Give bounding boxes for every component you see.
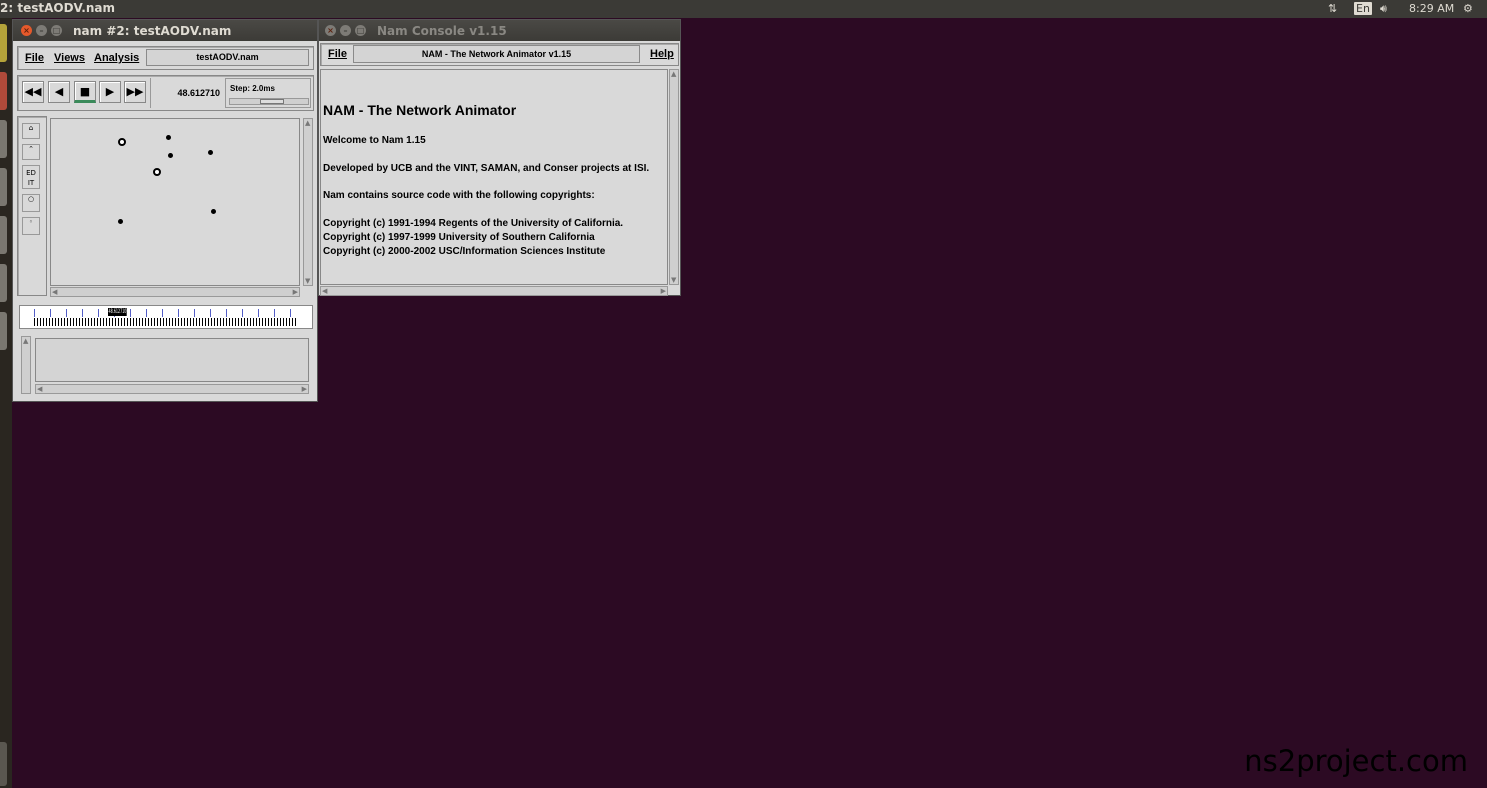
timeline-major-ticks	[34, 309, 298, 317]
nam-window-titlebar[interactable]: × – □ nam #2: testAODV.nam	[13, 20, 317, 41]
network-node[interactable]	[166, 135, 171, 140]
menu-file[interactable]: File	[25, 52, 44, 64]
maximize-icon[interactable]: □	[355, 25, 366, 36]
scroll-up-icon[interactable]: ▲	[671, 70, 676, 78]
console-line: Nam contains source code with the follow…	[323, 190, 595, 201]
annotation-horizontal-scrollbar[interactable]: ◀ ▶	[35, 384, 309, 394]
console-line: Copyright (c) 1997-1999 University of So…	[323, 232, 595, 243]
console-heading: NAM - The Network Animator	[323, 102, 517, 118]
edit-button[interactable]: ED IT	[22, 165, 40, 189]
scroll-right-icon[interactable]: ▶	[302, 385, 307, 393]
file-name-field: testAODV.nam	[146, 49, 309, 66]
launcher	[0, 18, 12, 788]
step-slider[interactable]	[229, 98, 309, 105]
scroll-left-icon[interactable]: ◀	[322, 287, 327, 295]
minimize-icon[interactable]: –	[340, 25, 351, 36]
rewind-icon[interactable]: ◀◀	[22, 81, 44, 103]
stop-icon[interactable]: ■	[74, 81, 96, 103]
console-horizontal-scrollbar[interactable]: ◀ ▶	[320, 286, 668, 296]
node-tool-large-icon[interactable]: ○	[22, 194, 40, 212]
launcher-item[interactable]	[0, 264, 7, 302]
network-node[interactable]	[211, 209, 216, 214]
close-icon[interactable]: ×	[21, 25, 32, 36]
menu-views[interactable]: Views	[54, 52, 85, 64]
console-line: Developed by UCB and the VINT, SAMAN, an…	[323, 163, 650, 174]
console-line: Welcome to Nam 1.15	[323, 135, 426, 146]
nam-window-title: nam #2: testAODV.nam	[73, 24, 232, 38]
scroll-right-icon[interactable]: ▶	[293, 288, 298, 296]
network-node[interactable]	[168, 153, 173, 158]
network-node[interactable]	[153, 168, 161, 176]
step-control: Step: 2.0ms	[225, 78, 311, 108]
scroll-left-icon[interactable]: ◀	[52, 288, 57, 296]
console-line: Copyright (c) 2000-2002 USC/Information …	[323, 246, 606, 257]
scroll-up-icon[interactable]: ▲	[23, 337, 28, 345]
timeline-marker[interactable]: 48.612710	[108, 308, 127, 316]
minimize-icon[interactable]: –	[36, 25, 47, 36]
keyboard-language-indicator[interactable]: En	[1354, 2, 1372, 15]
animation-canvas[interactable]	[50, 118, 300, 286]
console-vertical-scrollbar[interactable]: ▲ ▼	[669, 69, 679, 285]
console-window: × – □ Nam Console v1.15 File NAM - The N…	[318, 19, 681, 296]
volume-icon[interactable]: 🔊︎	[1380, 2, 1387, 16]
fast-forward-icon[interactable]: ▶▶	[124, 81, 146, 103]
clock[interactable]: 8:29 AM	[1409, 2, 1454, 15]
launcher-item[interactable]	[0, 24, 7, 62]
console-text-area[interactable]: NAM - The Network Animator Welcome to Na…	[320, 69, 668, 285]
scroll-up-icon[interactable]: ▲	[305, 119, 310, 127]
annotation-pane[interactable]	[35, 338, 309, 382]
annotation-vertical-scrollbar[interactable]: ▲	[21, 336, 31, 394]
active-window-title: 2: testAODV.nam	[0, 1, 115, 15]
close-icon[interactable]: ×	[325, 25, 336, 36]
console-title: Nam Console v1.15	[377, 24, 507, 38]
play-icon[interactable]: ▶	[99, 81, 121, 103]
zoom-in-icon[interactable]: ⌂	[22, 123, 40, 139]
network-node[interactable]	[118, 219, 123, 224]
menu-analysis[interactable]: Analysis	[94, 52, 139, 64]
zoom-out-icon[interactable]: ⌃	[22, 144, 40, 160]
maximize-icon[interactable]: □	[51, 25, 62, 36]
step-label: Step: 2.0ms	[230, 84, 275, 93]
launcher-trash[interactable]	[0, 742, 7, 786]
launcher-item[interactable]	[0, 168, 7, 206]
launcher-item[interactable]	[0, 216, 7, 254]
network-icon[interactable]: ⇅	[1328, 2, 1337, 15]
nam-window: × – □ nam #2: testAODV.nam File Views An…	[12, 19, 318, 402]
scroll-left-icon[interactable]: ◀	[37, 385, 42, 393]
scroll-down-icon[interactable]: ▼	[671, 276, 676, 284]
settings-gear-icon[interactable]: ⚙	[1463, 2, 1473, 15]
node-tool-small-icon[interactable]: ◦	[22, 217, 40, 235]
launcher-item[interactable]	[0, 72, 7, 110]
canvas-vertical-scrollbar[interactable]: ▲ ▼	[303, 118, 313, 286]
watermark: ns2project.com	[1244, 744, 1468, 778]
console-line: Copyright (c) 1991-1994 Regents of the U…	[323, 218, 624, 229]
console-header-field: NAM - The Network Animator v1.15	[353, 45, 640, 63]
play-back-icon[interactable]: ◀	[48, 81, 70, 103]
network-node[interactable]	[208, 150, 213, 155]
launcher-item[interactable]	[0, 312, 7, 350]
launcher-item[interactable]	[0, 120, 7, 158]
time-display: 48.612710	[150, 78, 223, 108]
scroll-right-icon[interactable]: ▶	[661, 287, 666, 295]
menu-help[interactable]: Help	[650, 48, 674, 60]
console-titlebar[interactable]: × – □ Nam Console v1.15	[319, 20, 680, 41]
step-slider-thumb[interactable]	[260, 99, 284, 104]
scroll-down-icon[interactable]: ▼	[305, 277, 310, 285]
canvas-horizontal-scrollbar[interactable]: ◀ ▶	[50, 287, 300, 297]
menu-file[interactable]: File	[328, 48, 347, 60]
timeline-ticks	[34, 318, 298, 326]
network-node[interactable]	[118, 138, 126, 146]
timeline[interactable]: 48.612710	[19, 305, 313, 329]
top-panel: 2: testAODV.nam ⇅ En 🔊︎ 8:29 AM ⚙	[0, 0, 1487, 18]
